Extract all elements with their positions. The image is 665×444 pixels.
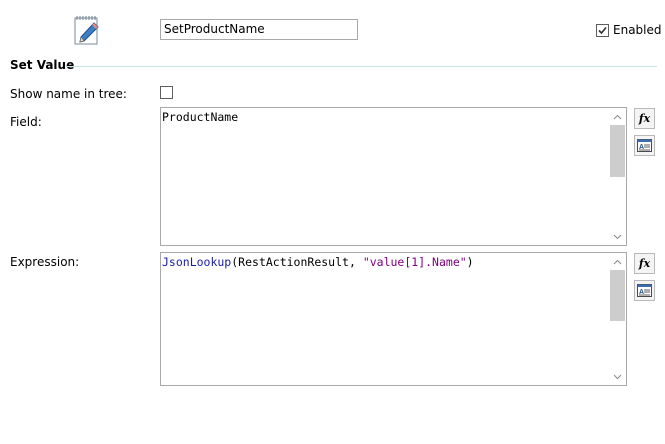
scroll-down-icon[interactable] bbox=[609, 228, 626, 245]
action-icon bbox=[72, 14, 102, 46]
expression-label: Expression: bbox=[10, 255, 80, 269]
section-title: Set Value bbox=[10, 58, 75, 72]
scroll-up-icon[interactable] bbox=[609, 253, 626, 270]
enabled-label: Enabled bbox=[613, 23, 662, 37]
show-name-checkbox[interactable] bbox=[160, 86, 173, 99]
enabled-checkbox[interactable] bbox=[596, 24, 609, 37]
expression-close: ) bbox=[466, 255, 474, 269]
expression-string: "value[1].Name" bbox=[362, 255, 467, 269]
expression-editor-button[interactable]: A bbox=[634, 280, 655, 301]
scroll-up-icon[interactable] bbox=[609, 108, 626, 125]
action-name-input[interactable]: SetProductName bbox=[160, 19, 358, 40]
expression-editor[interactable]: JsonLookup(RestActionResult, "value[1].N… bbox=[160, 252, 627, 386]
field-scrollbar[interactable] bbox=[609, 108, 626, 245]
field-label: Field: bbox=[10, 115, 42, 129]
scroll-down-icon[interactable] bbox=[609, 368, 626, 385]
scroll-thumb[interactable] bbox=[610, 270, 625, 321]
text-editor-icon: A bbox=[637, 139, 652, 152]
fx-icon: fx bbox=[638, 112, 651, 125]
expression-args: (RestActionResult, bbox=[231, 255, 363, 269]
checkmark-icon bbox=[598, 26, 607, 35]
expression-formula-button[interactable]: fx bbox=[634, 253, 655, 274]
scroll-thumb[interactable] bbox=[610, 125, 625, 177]
show-name-label: Show name in tree: bbox=[10, 87, 127, 101]
field-formula-button[interactable]: fx bbox=[634, 108, 655, 129]
section-divider bbox=[67, 66, 657, 67]
field-editor-button[interactable]: A bbox=[634, 135, 655, 156]
expression-function: JsonLookup bbox=[162, 255, 232, 269]
text-editor-icon: A bbox=[637, 284, 652, 297]
field-editor[interactable]: ProductName bbox=[160, 107, 627, 246]
expression-value: JsonLookup(RestActionResult, "value[1].N… bbox=[162, 255, 474, 270]
pencil-notepad-icon bbox=[74, 16, 99, 45]
fx-icon: fx bbox=[638, 257, 651, 270]
field-value: ProductName bbox=[162, 110, 239, 124]
expression-scrollbar[interactable] bbox=[609, 253, 626, 385]
